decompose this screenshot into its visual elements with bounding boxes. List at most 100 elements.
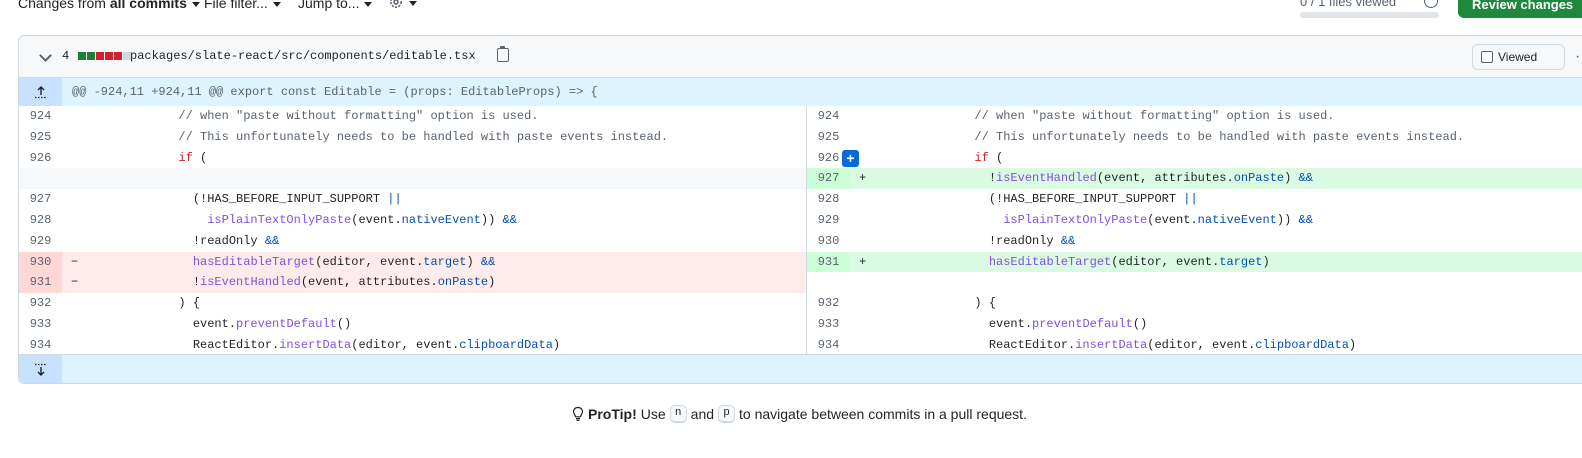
changes-from-value: all commits	[109, 0, 187, 11]
file-path[interactable]: packages/slate-react/src/components/edit…	[130, 49, 476, 63]
viewed-checkbox[interactable]	[1481, 51, 1493, 63]
code-text: !isEventHandled(event, attributes.onPast…	[888, 168, 1313, 189]
files-viewed-count: 0 / 1 files viewed	[1300, 0, 1397, 9]
code-token: isPlainTextOnlyPaste	[207, 212, 352, 227]
diff-right-line: 930 !readOnly &&	[806, 230, 1582, 252]
diff-row: 930− hasEditableTarget(editor, event.tar…	[19, 251, 1582, 273]
line-number[interactable]: 928	[807, 189, 850, 210]
code-token: )	[1348, 337, 1357, 352]
add-comment-button[interactable]: +	[842, 149, 859, 167]
chevron-down-icon[interactable]	[39, 49, 52, 62]
code-token: (event, attributes.	[1096, 171, 1234, 186]
code-token: if	[178, 150, 193, 165]
code-text: hasEditableTarget(editor, event.target) …	[92, 252, 495, 273]
info-icon[interactable]	[1424, 0, 1438, 8]
code-token: hasEditableTarget	[988, 254, 1112, 269]
diff-right-line: 925 // This unfortunately needs to be ha…	[806, 126, 1582, 148]
code-token: hasEditableTarget	[192, 254, 316, 269]
file-diff: 4 packages/slate-react/src/components/ed…	[18, 35, 1582, 384]
code-text: ReactEditor.insertData(editor, event.cli…	[92, 335, 560, 356]
line-number[interactable]: 933	[19, 314, 62, 335]
diffstat-square	[96, 52, 104, 60]
line-number[interactable]: 925	[19, 127, 62, 148]
diff-left-line: 925 // This unfortunately needs to be ha…	[19, 127, 806, 148]
code-text: // This unfortunately needs to be handle…	[92, 127, 668, 148]
line-number[interactable]: 925	[807, 127, 850, 148]
viewed-toggle[interactable]: Viewed	[1472, 44, 1565, 70]
jump-to-dropdown[interactable]: Jump to...	[298, 0, 373, 11]
line-number[interactable]: 924	[807, 106, 850, 127]
diff-marker: −	[71, 275, 79, 290]
code-token: ))	[480, 212, 503, 227]
line-number[interactable]: 933	[807, 314, 850, 335]
line-number[interactable]: 929	[807, 210, 850, 231]
code-token: (event, attributes.	[300, 275, 438, 290]
diff-right-line: 926 + if (	[806, 147, 1582, 169]
line-number[interactable]	[807, 272, 850, 293]
kebab-menu-icon[interactable]: ···	[1575, 48, 1582, 66]
changes-from-dropdown[interactable]: Changes from all commits	[18, 0, 200, 11]
kbd-n: n	[669, 405, 687, 423]
change-count: 4	[62, 49, 70, 63]
diff-right-line: 928 (!HAS_BEFORE_INPUT_SUPPORT ||	[806, 189, 1582, 210]
diff-right-line: 929 isPlainTextOnlyPaste(event.nativeEve…	[806, 209, 1582, 231]
line-number[interactable]: 931	[19, 272, 62, 294]
line-number[interactable]: 930	[19, 251, 62, 273]
line-number[interactable]: 924	[19, 106, 62, 127]
line-number[interactable]: 927	[19, 189, 62, 210]
code-text: !readOnly &&	[92, 231, 279, 252]
line-number[interactable]: 932	[807, 293, 850, 314]
diff-left-line: 931− !isEventHandled(event, attributes.o…	[19, 272, 806, 294]
code-token: ()	[336, 316, 352, 331]
file-filter-dropdown[interactable]: File filter...	[204, 0, 281, 11]
line-number[interactable]: 928	[19, 210, 62, 231]
kbd-p: p	[718, 405, 736, 423]
code-token: insertData	[1075, 337, 1148, 352]
copy-icon[interactable]	[497, 46, 509, 62]
protip-rest: to navigate between commits in a pull re…	[739, 406, 1027, 422]
code-token: (event.	[351, 212, 402, 227]
code-token: ||	[1183, 192, 1198, 207]
diff-row: 926 if (926 + if (	[19, 147, 1582, 169]
protip-use: Use	[640, 406, 666, 422]
diff-left-line: 932 ) {	[19, 293, 806, 314]
code-token: event.	[888, 316, 1033, 331]
diff-left-line: 934 ReactEditor.insertData(editor, event…	[19, 335, 806, 356]
expand-down-button[interactable]	[19, 355, 62, 383]
line-number[interactable]: 926	[19, 148, 62, 169]
diff-row: 933 event.preventDefault() 933 event.prev…	[19, 313, 1582, 335]
code-token: (editor, event.	[351, 337, 460, 352]
diff-marker: +	[859, 254, 867, 269]
diffstat-square	[105, 52, 113, 60]
line-number[interactable]	[19, 168, 62, 189]
diff-row: 929 !readOnly && 930 !readOnly &&	[19, 230, 1582, 252]
diff-left-line: 930− hasEditableTarget(editor, event.tar…	[19, 251, 806, 273]
code-token: preventDefault	[1032, 316, 1133, 331]
line-number[interactable]: 927	[807, 168, 850, 190]
diff-right-line: 933 event.preventDefault()	[806, 313, 1582, 335]
diff-table: 924 // when "paste without formatting" o…	[19, 106, 1582, 356]
line-number[interactable]: 932	[19, 293, 62, 314]
diff-settings-dropdown[interactable]	[388, 0, 417, 10]
code-text: // when "paste without formatting" optio…	[888, 106, 1334, 127]
expand-up-button[interactable]	[19, 78, 62, 106]
diff-right-line: 932 ) {	[806, 293, 1582, 314]
code-token: (editor, event.	[315, 254, 424, 269]
line-number[interactable]: 934	[807, 335, 850, 356]
line-number[interactable]: 929	[19, 231, 62, 252]
jump-to-label: Jump to...	[298, 0, 360, 11]
line-number[interactable]: 934	[19, 335, 62, 356]
line-number[interactable]: 930	[807, 231, 850, 252]
expand-down-icon	[34, 363, 47, 376]
line-number[interactable]: 931	[807, 251, 850, 273]
diff-right-line: 931 + hasEditableTarget(editor, event.tar…	[806, 251, 1582, 273]
diffstat	[78, 52, 131, 60]
code-text: ReactEditor.insertData(editor, event.cli…	[888, 335, 1356, 356]
review-changes-button[interactable]: Review changes	[1458, 0, 1582, 18]
code-token: insertData	[279, 337, 352, 352]
code-token: !readOnly	[888, 233, 1061, 248]
code-text: (!HAS_BEFORE_INPUT_SUPPORT ||	[888, 189, 1198, 210]
